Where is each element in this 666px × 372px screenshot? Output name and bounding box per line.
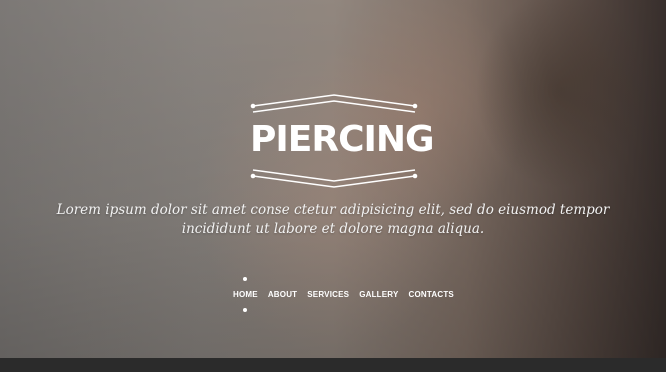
nav-item-services[interactable]: SERVICES: [302, 288, 354, 301]
nav-item-label: CONTACTS: [408, 290, 454, 299]
main-navigation: HOME ABOUT SERVICES GALLERY CONTACTS: [228, 277, 459, 312]
nav-item-gallery[interactable]: GALLERY: [354, 288, 403, 301]
nav-item-contacts[interactable]: CONTACTS: [404, 288, 459, 301]
nav-item-about[interactable]: ABOUT: [263, 288, 302, 301]
footer-bar: [0, 358, 666, 372]
nav-item-label: SERVICES: [307, 290, 350, 299]
tagline-line-2: incididunt ut labore et dolore magna ali…: [181, 221, 485, 237]
tagline-line-1: Lorem ipsum dolor sit amet conse ctetur …: [56, 202, 610, 218]
logo-text: PIERCING: [250, 119, 435, 160]
nav-item-label: ABOUT: [267, 290, 298, 299]
nav-item-label: GALLERY: [359, 290, 399, 299]
hero-tagline: Lorem ipsum dolor sit amet conse ctetur …: [40, 201, 626, 239]
site-logo[interactable]: PIERCING: [250, 93, 435, 191]
hero-banner: PIERCING Lorem ipsum dolor sit amet cons…: [0, 0, 666, 358]
nav-item-home[interactable]: HOME: [228, 277, 263, 312]
nav-item-label: HOME: [233, 290, 258, 299]
